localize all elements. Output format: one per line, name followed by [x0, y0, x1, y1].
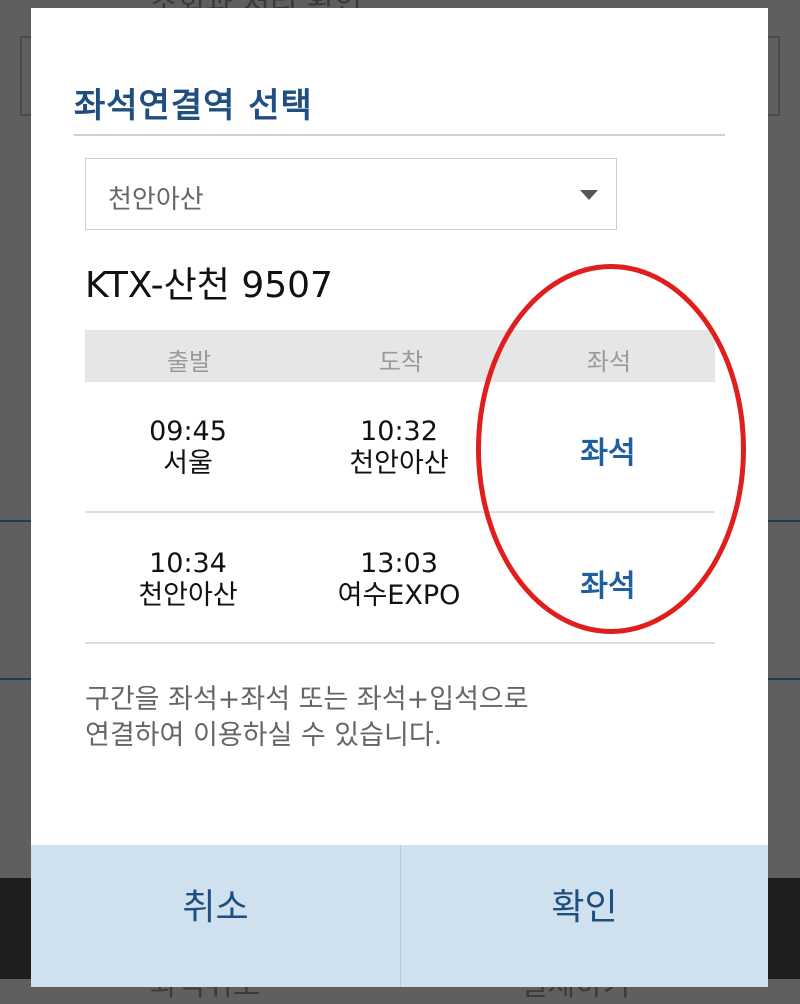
- note-line: 연결하여 이용하실 수 있습니다.: [85, 720, 443, 751]
- train-name: KTX-산천 9507: [85, 265, 333, 306]
- departure-station: 서울: [163, 448, 213, 479]
- arrival-time: 10:32: [360, 416, 438, 447]
- header-arrival: 도착: [378, 348, 424, 376]
- departure-cell: 09:45 서울: [98, 416, 278, 480]
- connection-station-select[interactable]: 천안아산: [85, 158, 617, 230]
- cancel-button[interactable]: 취소: [31, 845, 400, 987]
- note-line: 구간을 좌석+좌석 또는 좌석+입석으로: [85, 684, 529, 715]
- caret-down-icon: [580, 190, 598, 200]
- arrival-cell: 13:03 여수EXPO: [309, 548, 489, 612]
- title-divider: [74, 134, 725, 136]
- row-divider: [85, 642, 715, 644]
- header-departure: 출발: [166, 348, 212, 376]
- arrival-time: 13:03: [360, 548, 438, 579]
- confirm-button[interactable]: 확인: [401, 845, 768, 987]
- departure-time: 09:45: [149, 416, 227, 447]
- selected-station: 천안아산: [108, 185, 204, 215]
- connection-note: 구간을 좌석+좌석 또는 좌석+입석으로 연결하여 이용하실 수 있습니다.: [85, 682, 705, 754]
- annotation-circle: [476, 264, 746, 634]
- arrival-station: 천안아산: [349, 448, 449, 479]
- arrival-station: 여수EXPO: [337, 580, 461, 611]
- dialog-title: 좌석연결역 선택: [74, 86, 313, 126]
- departure-cell: 10:34 천안아산: [98, 548, 278, 612]
- departure-time: 10:34: [149, 548, 227, 579]
- arrival-cell: 10:32 천안아산: [309, 416, 489, 480]
- departure-station: 천안아산: [138, 580, 238, 611]
